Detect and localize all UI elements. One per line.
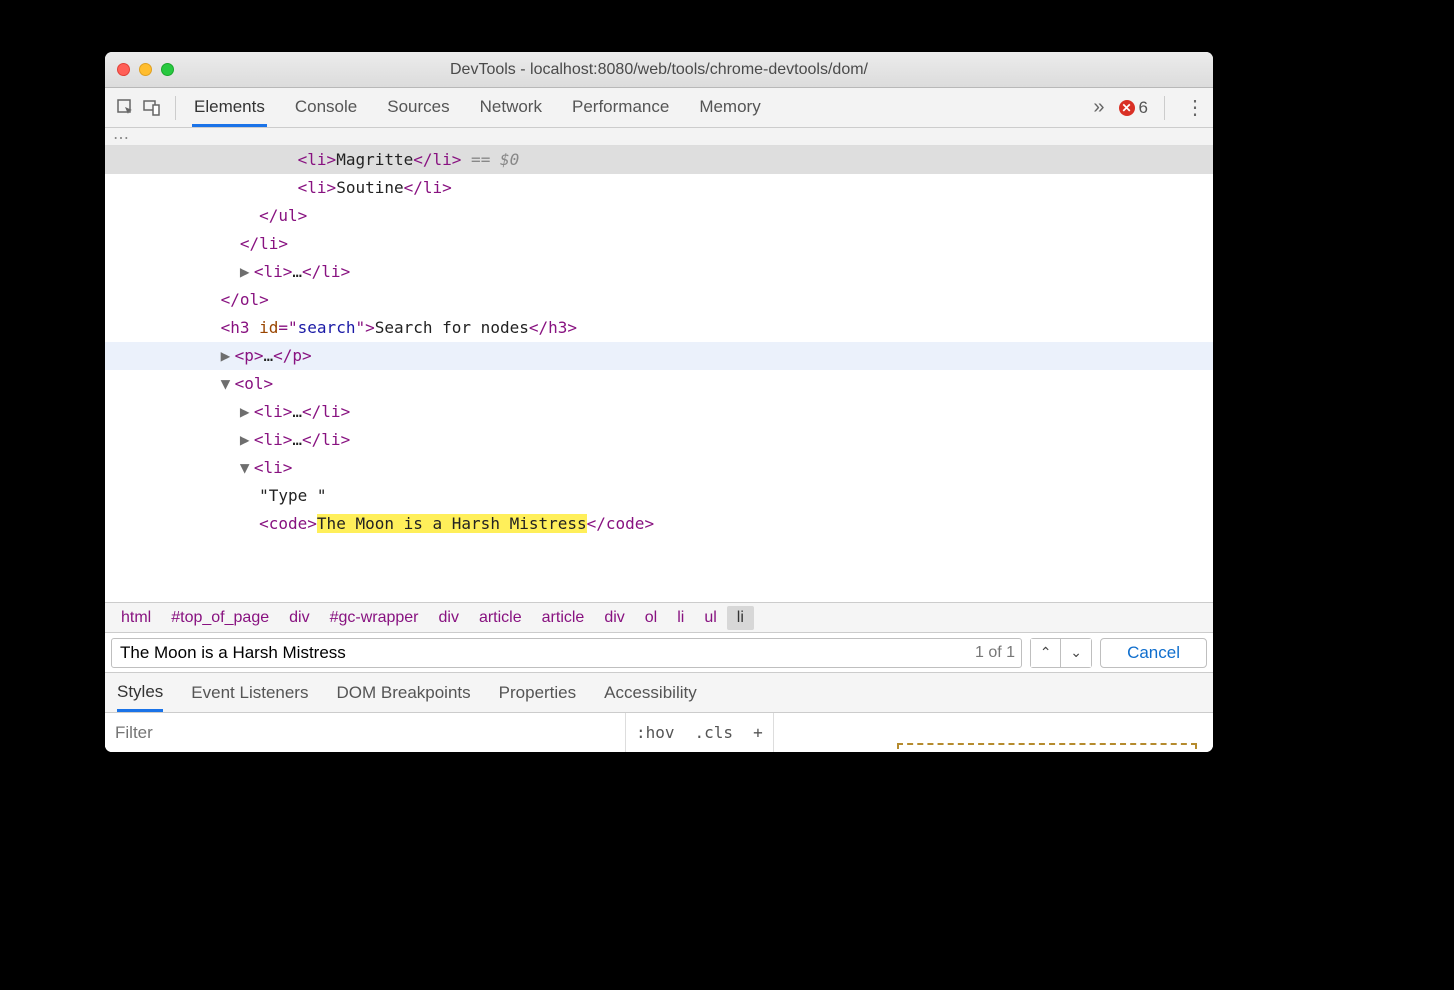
breadcrumb-item[interactable]: div [429, 606, 469, 630]
dom-node[interactable]: "Type " [105, 482, 1213, 510]
subtab-event-listeners[interactable]: Event Listeners [191, 675, 308, 710]
breadcrumb-item[interactable]: ol [635, 606, 667, 630]
prev-match-button[interactable]: ⌃ [1031, 639, 1061, 667]
minimize-icon[interactable] [139, 63, 152, 76]
separator [1164, 96, 1165, 120]
breadcrumb-item[interactable]: article [532, 606, 595, 630]
cancel-button[interactable]: Cancel [1100, 638, 1207, 668]
menu-icon[interactable]: ⋮ [1185, 95, 1205, 120]
panel-tabs: Elements Console Sources Network Performance… [192, 89, 763, 127]
subtab-properties[interactable]: Properties [499, 675, 576, 710]
subtab-accessibility[interactable]: Accessibility [604, 675, 697, 710]
box-model-preview [897, 743, 1197, 749]
device-toggle-icon[interactable] [139, 95, 165, 121]
dom-node[interactable]: ▶<li>…</li> [105, 426, 1213, 454]
subtab-dom-breakpoints[interactable]: DOM Breakpoints [336, 675, 470, 710]
breadcrumb-item[interactable]: article [469, 606, 532, 630]
search-input[interactable] [112, 643, 975, 663]
dom-tree[interactable]: <li>Magritte</li> == $0 <li>Soutine</li>… [105, 146, 1213, 602]
breadcrumbs: html#top_of_pagediv#gc-wrapperdivarticle… [105, 602, 1213, 632]
main-toolbar: Elements Console Sources Network Performance… [105, 88, 1213, 128]
hov-button[interactable]: :hov [626, 723, 685, 742]
search-box: 1 of 1 [111, 638, 1022, 668]
tab-performance[interactable]: Performance [570, 89, 671, 127]
styles-toolbar: :hov .cls + [105, 712, 1213, 752]
tab-memory[interactable]: Memory [697, 89, 762, 127]
subtab-styles[interactable]: Styles [117, 674, 163, 712]
breadcrumb-item[interactable]: li [727, 606, 754, 630]
styles-pane [773, 713, 1213, 752]
dom-node[interactable]: ▶<li>…</li> [105, 258, 1213, 286]
dom-node[interactable]: ▼<ol> [105, 370, 1213, 398]
tab-console[interactable]: Console [293, 89, 359, 127]
search-count: 1 of 1 [975, 644, 1021, 662]
dom-node[interactable]: <code>The Moon is a Harsh Mistress</code… [105, 510, 1213, 538]
cls-button[interactable]: .cls [685, 723, 744, 742]
search-bar: 1 of 1 ⌃ ⌄ Cancel [105, 632, 1213, 672]
dom-node[interactable]: <h3 id="search">Search for nodes</h3> [105, 314, 1213, 342]
breadcrumb-item[interactable]: div [279, 606, 319, 630]
new-rule-button[interactable]: + [743, 723, 773, 742]
tab-sources[interactable]: Sources [385, 89, 451, 127]
dom-node[interactable]: <li>Magritte</li> == $0 [105, 146, 1213, 174]
window-title: DevTools - localhost:8080/web/tools/chro… [105, 61, 1213, 79]
tab-elements[interactable]: Elements [192, 89, 267, 127]
breadcrumb-item[interactable]: div [594, 606, 634, 630]
error-count: 6 [1139, 98, 1148, 118]
breadcrumb-item[interactable]: html [111, 606, 161, 630]
dom-node[interactable]: </ul> [105, 202, 1213, 230]
devtools-window: DevTools - localhost:8080/web/tools/chro… [105, 52, 1213, 752]
titlebar: DevTools - localhost:8080/web/tools/chro… [105, 52, 1213, 88]
breadcrumb-item[interactable]: #gc-wrapper [320, 606, 429, 630]
error-badge[interactable]: ✕ 6 [1119, 98, 1148, 118]
breadcrumb-item[interactable]: #top_of_page [161, 606, 279, 630]
breadcrumb-item[interactable]: ul [694, 606, 726, 630]
overflow-icon[interactable]: » [1093, 96, 1104, 119]
dom-node[interactable]: </ol> [105, 286, 1213, 314]
close-icon[interactable] [117, 63, 130, 76]
styles-buttons: :hov .cls + [625, 713, 773, 752]
inspect-icon[interactable] [113, 95, 139, 121]
styles-filter-input[interactable] [105, 713, 625, 752]
dom-node[interactable]: </li> [105, 230, 1213, 258]
separator [175, 96, 176, 120]
sidebar-tabs: Styles Event Listeners DOM Breakpoints Prop… [105, 672, 1213, 712]
dom-node[interactable]: <li>Soutine</li> [105, 174, 1213, 202]
error-icon: ✕ [1119, 100, 1135, 116]
zoom-icon[interactable] [161, 63, 174, 76]
dom-node[interactable]: ▶<li>…</li> [105, 398, 1213, 426]
breadcrumb-item[interactable]: li [667, 606, 694, 630]
traffic-lights [117, 63, 174, 76]
next-match-button[interactable]: ⌄ [1061, 639, 1091, 667]
search-nav: ⌃ ⌄ [1030, 638, 1092, 668]
tab-network[interactable]: Network [478, 89, 544, 127]
dom-node[interactable]: ▼<li> [105, 454, 1213, 482]
dom-node[interactable]: ▶<p>…</p> [105, 342, 1213, 370]
sub-toolbar[interactable]: ⋯ [105, 128, 1213, 146]
